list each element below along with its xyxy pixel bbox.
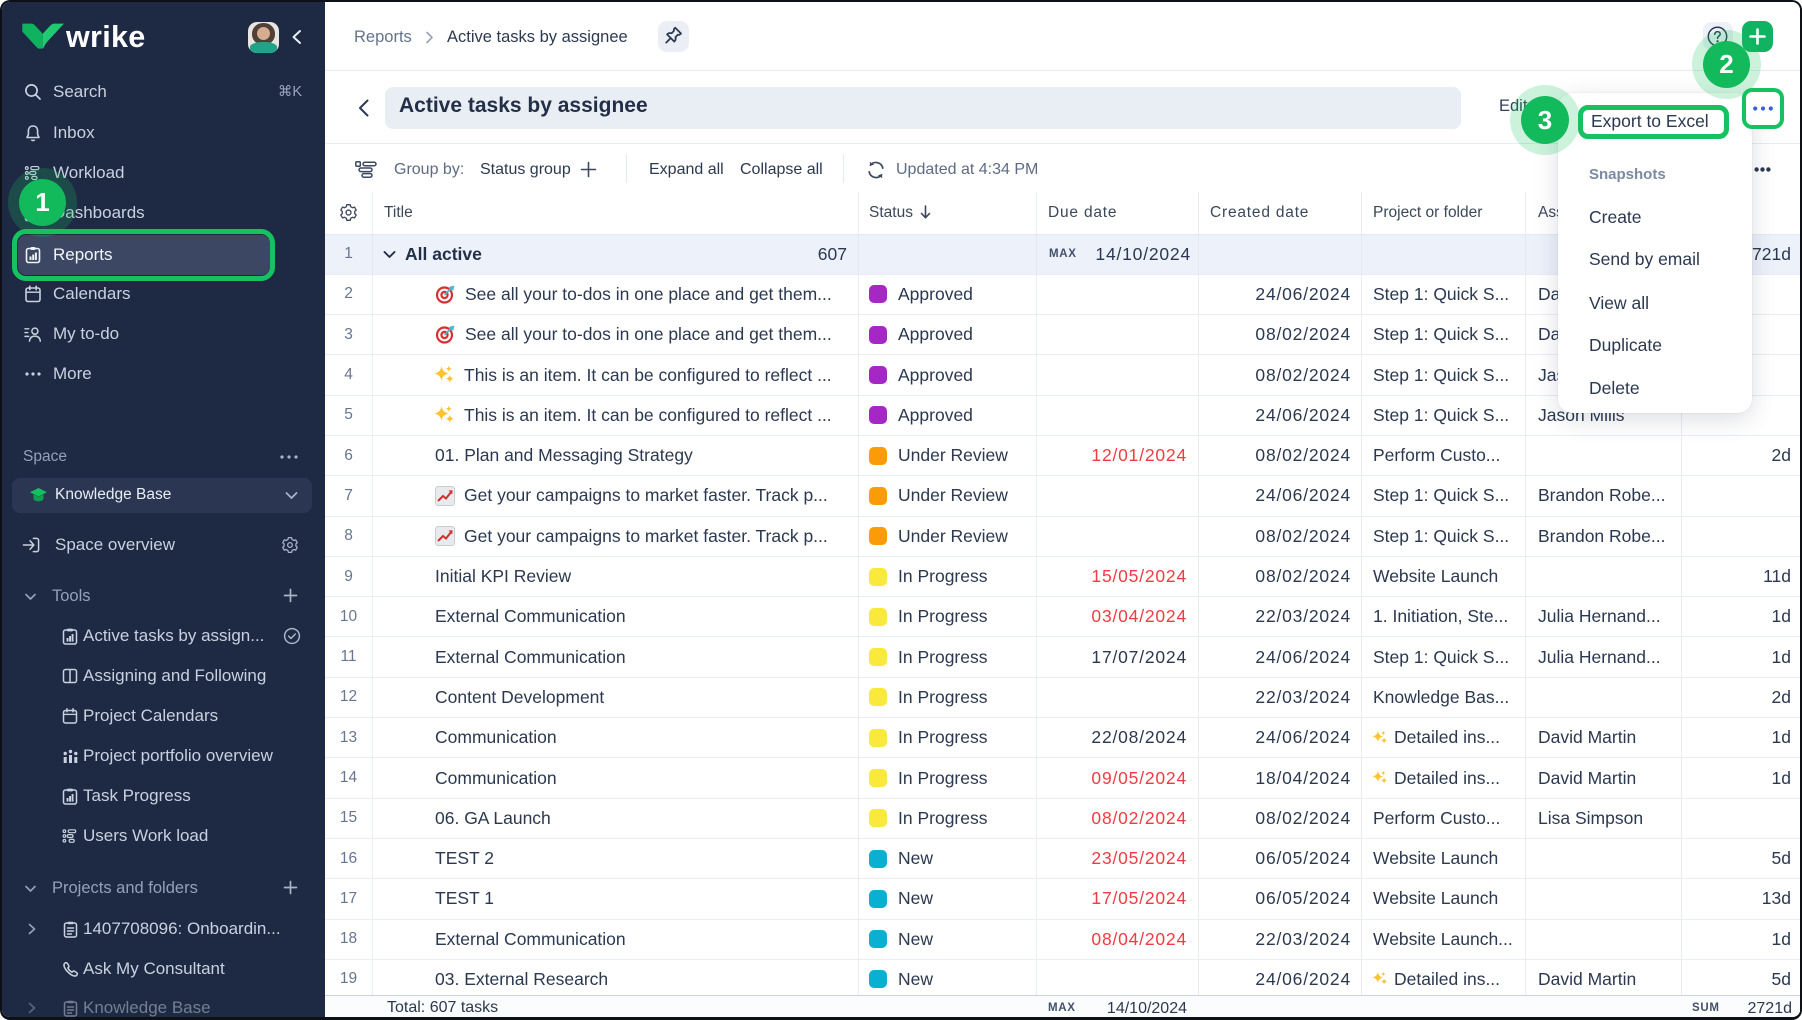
svg-text:wrike: wrike bbox=[65, 21, 146, 51]
